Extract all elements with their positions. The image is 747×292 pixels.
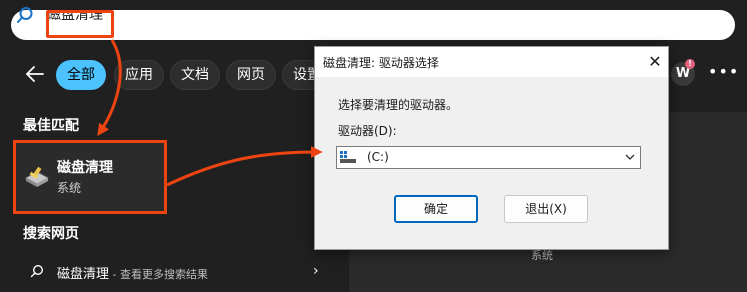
drive-label: 驱动器(D): [338,124,397,138]
chevron-right-icon[interactable]: › [313,263,319,279]
search-icon [17,7,33,23]
tab-apps[interactable]: 应用 [114,60,164,90]
tab-all[interactable]: 全部 [56,60,106,90]
chevron-down-icon [625,154,635,160]
search-input[interactable]: 磁盘清理 [47,5,103,25]
best-match-heading: 最佳匹配 [23,118,79,134]
dialog-title: 磁盘清理: 驱动器选择 [323,56,439,70]
notification-badge: ! [685,59,695,69]
dialog-prompt: 选择要清理的驱动器。 [338,98,459,112]
more-icon[interactable]: ••• [708,64,739,80]
annotation-arrow-query [97,39,122,136]
search-icon [30,264,44,278]
web-result-query: 磁盘清理 [57,267,110,282]
ok-button[interactable]: 确定 [394,195,478,223]
disk-cleanup-icon [25,166,49,187]
best-match-subtitle: 系统 [57,181,82,195]
web-result-hint: - 查看更多搜索结果 [109,268,208,281]
search-bar[interactable] [11,10,735,40]
tab-documents[interactable]: 文档 [170,60,220,90]
web-result-text: 磁盘清理 - 查看更多搜索结果 [57,263,208,282]
drive-icon [340,151,356,163]
selected-drive: (C:) [367,150,389,164]
web-search-heading: 搜索网页 [23,226,79,242]
tab-web[interactable]: 网页 [226,60,276,90]
drive-select[interactable]: (C:) [336,146,641,169]
close-icon[interactable]: ✕ [644,51,666,73]
exit-button[interactable]: 退出(X) [504,195,588,223]
best-match-title: 磁盘清理 [57,160,113,176]
annotation-arrow-dialog [166,146,323,187]
back-arrow-icon[interactable] [24,63,46,85]
drive-selection-dialog: 磁盘清理: 驱动器选择 ✕ 选择要清理的驱动器。 驱动器(D): (C:) 确定… [314,46,669,250]
